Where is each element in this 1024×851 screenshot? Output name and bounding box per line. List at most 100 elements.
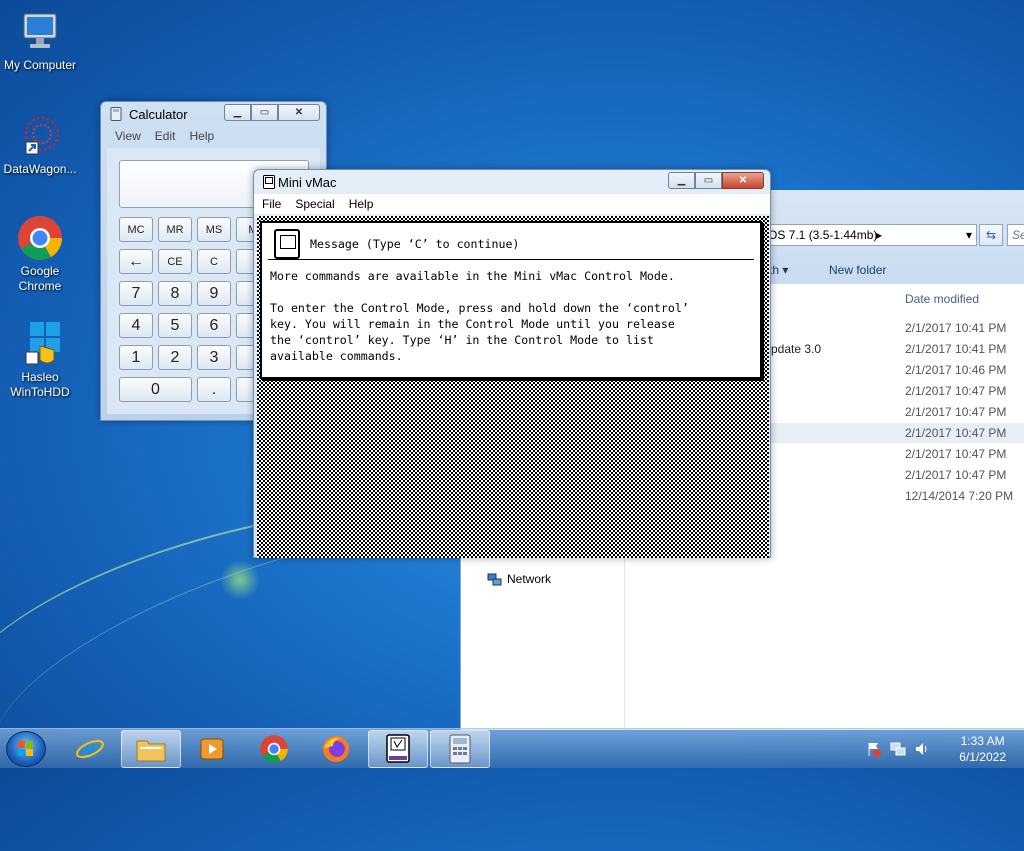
key-ms[interactable]: MS	[197, 217, 231, 242]
firefox-icon	[323, 736, 349, 762]
new-folder-button[interactable]: New folder	[829, 263, 886, 277]
file-name-text: pdate 3.0	[771, 342, 822, 356]
maximize-button[interactable]: ▭	[695, 172, 722, 189]
minivmac-menubar: File Special Help	[254, 194, 770, 214]
calculator-icon	[109, 107, 123, 121]
close-button[interactable]: ✕	[722, 172, 764, 189]
taskbar-ie[interactable]: e	[60, 730, 120, 768]
taskbar-explorer[interactable]	[121, 730, 181, 768]
nav-item-network[interactable]: Network	[487, 572, 551, 587]
date-cell: 12/14/2014 7:20 PM	[905, 489, 1014, 503]
network-icon	[487, 573, 503, 587]
calculator-menubar: View Edit Help	[101, 126, 326, 146]
date-cell: 2/1/2017 10:47 PM	[905, 384, 1007, 398]
minivmac-icon	[262, 175, 276, 189]
datawagon-icon	[16, 112, 64, 160]
taskbar-chrome[interactable]	[244, 730, 304, 768]
taskbar-minivmac[interactable]	[368, 730, 428, 768]
volume-icon[interactable]	[914, 741, 930, 757]
key-8[interactable]: 8	[158, 281, 192, 306]
menu-edit[interactable]: Edit	[155, 129, 176, 143]
emulator-screen[interactable]: Message (Type ‘C’ to continue) More comm…	[257, 216, 769, 558]
chrome-icon	[16, 214, 64, 262]
search-placeholder: Se	[1012, 228, 1024, 242]
message-line: available commands.	[270, 349, 403, 363]
folder-icon	[136, 740, 166, 762]
date-cell: 2/1/2017 10:41 PM	[905, 342, 1007, 356]
taskbar-firefox[interactable]	[306, 730, 366, 768]
desktop-icon-datawagon[interactable]: DataWagon...	[0, 112, 80, 177]
internet-explorer-icon: e	[76, 734, 104, 764]
date-cell: 2/1/2017 10:47 PM	[905, 447, 1007, 461]
taskbar-calculator[interactable]	[430, 730, 490, 768]
key-decimal[interactable]: .	[197, 377, 231, 402]
key-6[interactable]: 6	[197, 313, 231, 338]
clock-date: 6/1/2022	[959, 750, 1006, 764]
taskbar-clock[interactable]: 1:33 AM 6/1/2022	[959, 733, 1006, 765]
menu-help[interactable]: Help	[349, 197, 374, 211]
calculator-icon	[449, 734, 471, 764]
computer-icon	[16, 8, 64, 56]
minimize-button[interactable]: ▁	[224, 104, 251, 121]
key-mc[interactable]: MC	[119, 217, 153, 242]
key-4[interactable]: 4	[119, 313, 153, 338]
menu-special[interactable]: Special	[295, 197, 334, 211]
message-line: To enter the Control Mode, press and hol…	[270, 301, 689, 315]
message-title: Message (Type ‘C’ to continue)	[310, 237, 520, 251]
address-bar[interactable]: OS 7.1 (3.5-1.44mb) ▸ ▾	[761, 224, 977, 246]
key-1[interactable]: 1	[119, 345, 153, 370]
date-cell: 2/1/2017 10:47 PM	[905, 426, 1007, 440]
address-text: OS 7.1 (3.5-1.44mb)	[768, 228, 878, 242]
key-mr[interactable]: MR	[158, 217, 192, 242]
refresh-button[interactable]: ⇆	[979, 224, 1003, 246]
key-9[interactable]: 9	[197, 281, 231, 306]
close-button[interactable]: ✕	[278, 104, 320, 121]
desktop-icon-my-computer[interactable]: My Computer	[0, 8, 80, 73]
key-7[interactable]: 7	[119, 281, 153, 306]
key-3[interactable]: 3	[197, 345, 231, 370]
minimize-button[interactable]: ▁	[668, 172, 695, 189]
taskbar-media-player[interactable]	[182, 730, 242, 768]
wallpaper-glow	[220, 560, 260, 600]
column-header-date-modified[interactable]: Date modified	[905, 292, 979, 306]
date-cell: 2/1/2017 10:46 PM	[905, 363, 1007, 377]
clock-time: 1:33 AM	[960, 734, 1005, 748]
chevron-down-icon[interactable]: ▾	[966, 228, 972, 242]
calculator-title: Calculator	[129, 107, 188, 122]
network-tray-icon[interactable]	[890, 741, 906, 757]
column-header-label: Date modified	[905, 292, 980, 306]
maximize-button[interactable]: ▭	[251, 104, 278, 121]
start-button[interactable]	[6, 731, 46, 767]
menu-file[interactable]: File	[262, 197, 281, 211]
minivmac-icon	[386, 734, 410, 763]
key-ce[interactable]: CE	[158, 249, 192, 274]
key-c[interactable]: C	[197, 249, 231, 274]
key-backspace[interactable]: ←	[119, 249, 153, 274]
date-cell: 2/1/2017 10:47 PM	[905, 468, 1007, 482]
message-divider	[268, 259, 754, 260]
message-line: More commands are available in the Mini …	[270, 269, 675, 283]
desktop-icon-chrome[interactable]: Google Chrome	[0, 214, 80, 294]
share-with-label: th ▾	[769, 263, 789, 277]
desktop-icon-wintohdd[interactable]: Hasleo WinToHDD	[0, 320, 80, 400]
key-2[interactable]: 2	[158, 345, 192, 370]
mac-icon	[274, 229, 300, 259]
calculator-titlebar[interactable]: Calculator ▁ ▭ ✕	[101, 102, 326, 126]
svg-text:e: e	[81, 734, 99, 764]
wintohdd-icon	[16, 320, 64, 368]
minivmac-window[interactable]: Mini vMac ▁ ▭ ✕ File Special Help Messag…	[253, 169, 771, 558]
search-input[interactable]: Se	[1007, 224, 1024, 246]
date-cell: 2/1/2017 10:41 PM	[905, 321, 1007, 335]
minivmac-titlebar[interactable]: Mini vMac ▁ ▭ ✕	[254, 170, 770, 194]
taskbar: e 1:33 AM 6/1/2022	[0, 728, 1024, 768]
key-0[interactable]: 0	[119, 377, 192, 402]
menu-help[interactable]: Help	[189, 129, 214, 143]
action-center-flag-icon[interactable]	[866, 741, 882, 757]
file-name-partial[interactable]: pdate 3.0	[771, 342, 821, 356]
address-arrow-icon: ▸	[876, 228, 883, 242]
windows-logo-icon	[18, 741, 33, 756]
key-5[interactable]: 5	[158, 313, 192, 338]
share-with-button[interactable]: th ▾	[769, 263, 788, 277]
new-folder-label: New folder	[829, 263, 887, 277]
menu-view[interactable]: View	[115, 129, 141, 143]
